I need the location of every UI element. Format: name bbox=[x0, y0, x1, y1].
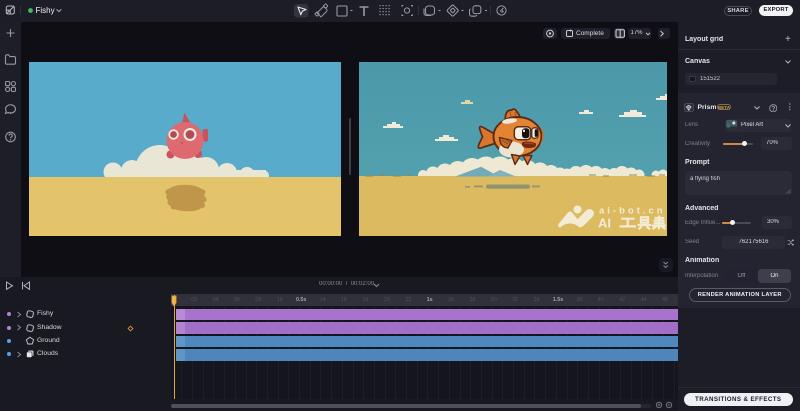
svg-text:Fishy: Fishy bbox=[36, 6, 55, 15]
svg-text:AI: AI bbox=[598, 216, 611, 231]
